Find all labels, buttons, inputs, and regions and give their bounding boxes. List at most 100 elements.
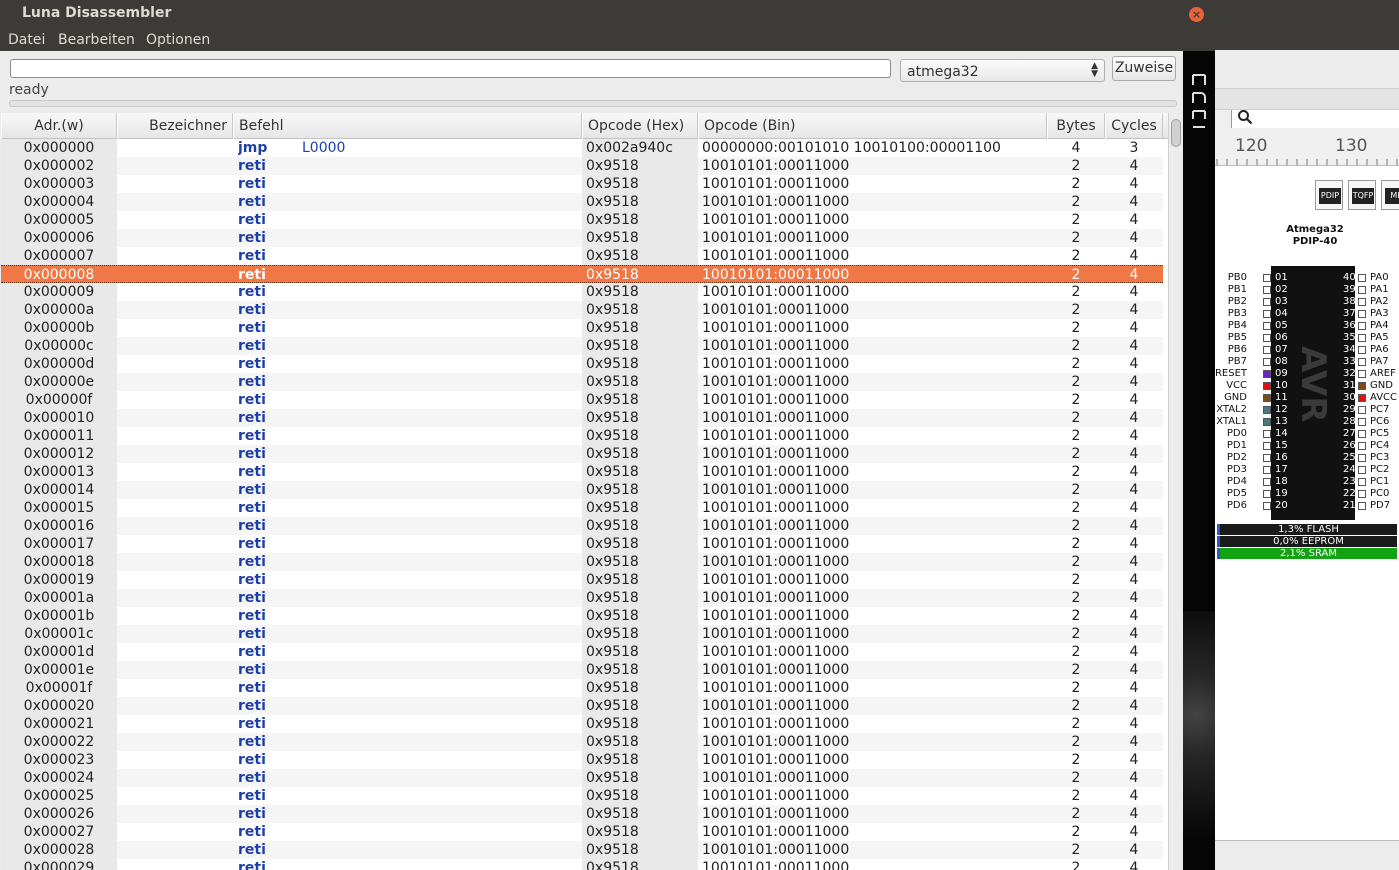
column-header-bytes[interactable]: Bytes [1047, 113, 1105, 139]
pin-left[interactable]: PD1 15 [1215, 440, 1305, 452]
column-header-opcode-bin[interactable]: Opcode (Bin) [698, 113, 1047, 139]
pin-left[interactable]: PB3 04 [1215, 308, 1305, 320]
table-row[interactable]: 0x000022 reti 0x9518 10010101:00011000 2 4 [1, 733, 1163, 751]
pin-left[interactable]: XTAL1 13 [1215, 416, 1305, 428]
pin-right[interactable]: 37 PA3 [1339, 308, 1399, 320]
pin-indicator[interactable] [1358, 490, 1366, 498]
pin-right[interactable]: 35 PA5 [1339, 332, 1399, 344]
close-button[interactable]: × [1189, 7, 1204, 22]
pin-indicator[interactable] [1263, 478, 1271, 486]
column-header-address[interactable]: Adr.(w) [1, 113, 117, 139]
pin-left[interactable]: VCC 10 [1215, 380, 1305, 392]
pin-right[interactable]: 24 PC2 [1339, 464, 1399, 476]
table-row[interactable]: 0x000006 reti 0x9518 10010101:00011000 2 4 [1, 229, 1163, 247]
pin-right[interactable]: 32 AREF [1339, 368, 1399, 380]
pin-indicator[interactable] [1358, 394, 1366, 402]
pin-indicator[interactable] [1263, 346, 1271, 354]
pin-indicator[interactable] [1263, 286, 1271, 294]
vertical-scrollbar[interactable] [1168, 113, 1182, 870]
pin-left[interactable]: PD5 19 [1215, 488, 1305, 500]
table-row[interactable]: 0x000004 reti 0x9518 10010101:00011000 2 4 [1, 193, 1163, 211]
pin-right[interactable]: 34 PA6 [1339, 344, 1399, 356]
pin-indicator[interactable] [1263, 490, 1271, 498]
package-tab-ml[interactable]: ML [1381, 180, 1399, 210]
pin-indicator[interactable] [1358, 502, 1366, 510]
pin-indicator[interactable] [1358, 334, 1366, 342]
pin-indicator[interactable] [1358, 298, 1366, 306]
pin-right[interactable]: 40 PA0 [1339, 272, 1399, 284]
pin-right[interactable]: 38 PA2 [1339, 296, 1399, 308]
pin-left[interactable]: PB1 02 [1215, 284, 1305, 296]
pin-indicator[interactable] [1263, 370, 1271, 378]
pin-indicator[interactable] [1358, 274, 1366, 282]
pin-indicator[interactable] [1358, 310, 1366, 318]
assign-button[interactable]: Zuweise [1112, 56, 1176, 81]
pin-right[interactable]: 27 PC5 [1339, 428, 1399, 440]
pin-left[interactable]: PB6 07 [1215, 344, 1305, 356]
pin-indicator[interactable] [1358, 286, 1366, 294]
pin-left[interactable]: GND 11 [1215, 392, 1305, 404]
table-row[interactable]: 0x000025 reti 0x9518 10010101:00011000 2 4 [1, 787, 1163, 805]
table-row[interactable]: 0x000028 reti 0x9518 10010101:00011000 2 4 [1, 841, 1163, 859]
table-row[interactable]: 0x000020 reti 0x9518 10010101:00011000 2 4 [1, 697, 1163, 715]
table-row[interactable]: 0x000014 reti 0x9518 10010101:00011000 2 4 [1, 481, 1163, 499]
pin-right[interactable]: 23 PC1 [1339, 476, 1399, 488]
column-header-instruction[interactable]: Befehl [233, 113, 582, 139]
table-row[interactable]: 0x00000a reti 0x9518 10010101:00011000 2 4 [1, 301, 1163, 319]
pin-indicator[interactable] [1263, 382, 1271, 390]
table-row[interactable]: 0x000007 reti 0x9518 10010101:00011000 2 4 [1, 247, 1163, 265]
command-input[interactable] [10, 59, 891, 78]
table-row[interactable]: 0x000008 reti 0x9518 10010101:00011000 2 4 [1, 265, 1163, 283]
table-row[interactable]: 0x000013 reti 0x9518 10010101:00011000 2 4 [1, 463, 1163, 481]
pin-indicator[interactable] [1263, 430, 1271, 438]
pin-right[interactable]: 21 PD7 [1339, 500, 1399, 512]
pin-indicator[interactable] [1358, 322, 1366, 330]
column-header-opcode-hex[interactable]: Opcode (Hex) [582, 113, 698, 139]
package-tab-pdip[interactable]: PDIP [1315, 180, 1343, 210]
table-row[interactable]: 0x000017 reti 0x9518 10010101:00011000 2 4 [1, 535, 1163, 553]
pin-left[interactable]: PD3 17 [1215, 464, 1305, 476]
pin-left[interactable]: PB4 05 [1215, 320, 1305, 332]
column-header-identifier[interactable]: Bezeichner [117, 113, 233, 139]
table-row[interactable]: 0x000011 reti 0x9518 10010101:00011000 2 4 [1, 427, 1163, 445]
table-row[interactable]: 0x00000e reti 0x9518 10010101:00011000 2 4 [1, 373, 1163, 391]
pin-indicator[interactable] [1263, 406, 1271, 414]
pin-indicator[interactable] [1263, 394, 1271, 402]
pin-left[interactable]: PD6 20 [1215, 500, 1305, 512]
table-row[interactable]: 0x000016 reti 0x9518 10010101:00011000 2 4 [1, 517, 1163, 535]
table-row[interactable]: 0x000009 reti 0x9518 10010101:00011000 2 4 [1, 283, 1163, 301]
pin-indicator[interactable] [1358, 454, 1366, 462]
table-row[interactable]: 0x000003 reti 0x9518 10010101:00011000 2 4 [1, 175, 1163, 193]
pin-indicator[interactable] [1358, 442, 1366, 450]
pin-indicator[interactable] [1263, 502, 1271, 510]
table-row[interactable]: 0x000019 reti 0x9518 10010101:00011000 2 4 [1, 571, 1163, 589]
pin-left[interactable]: XTAL2 12 [1215, 404, 1305, 416]
pin-indicator[interactable] [1263, 442, 1271, 450]
pin-indicator[interactable] [1358, 466, 1366, 474]
pin-left[interactable]: PD4 18 [1215, 476, 1305, 488]
pin-left[interactable]: PD2 16 [1215, 452, 1305, 464]
table-row[interactable]: 0x00001f reti 0x9518 10010101:00011000 2 4 [1, 679, 1163, 697]
pin-indicator[interactable] [1358, 430, 1366, 438]
table-row[interactable]: 0x000012 reti 0x9518 10010101:00011000 2 4 [1, 445, 1163, 463]
pin-right[interactable]: 31 GND [1339, 380, 1399, 392]
table-row[interactable]: 0x00000f reti 0x9518 10010101:00011000 2 4 [1, 391, 1163, 409]
pin-left[interactable]: PB5 06 [1215, 332, 1305, 344]
table-row[interactable]: 0x00000c reti 0x9518 10010101:00011000 2 4 [1, 337, 1163, 355]
table-row[interactable]: 0x000000 jmp L0000 0x002a940c 00000000:00101… [1, 139, 1163, 157]
pin-indicator[interactable] [1358, 346, 1366, 354]
table-row[interactable]: 0x000021 reti 0x9518 10010101:00011000 2 4 [1, 715, 1163, 733]
pin-indicator[interactable] [1263, 454, 1271, 462]
menu-datei[interactable]: Datei [8, 32, 45, 48]
pin-indicator[interactable] [1263, 358, 1271, 366]
pin-right[interactable]: 29 PC7 [1339, 404, 1399, 416]
pin-indicator[interactable] [1263, 298, 1271, 306]
table-row[interactable]: 0x00001c reti 0x9518 10010101:00011000 2 4 [1, 625, 1163, 643]
pin-right[interactable]: 39 PA1 [1339, 284, 1399, 296]
table-row[interactable]: 0x000002 reti 0x9518 10010101:00011000 2 4 [1, 157, 1163, 175]
table-row[interactable]: 0x000010 reti 0x9518 10010101:00011000 2 4 [1, 409, 1163, 427]
menu-bearbeiten[interactable]: Bearbeiten [58, 32, 135, 48]
pin-indicator[interactable] [1358, 478, 1366, 486]
pin-right[interactable]: 36 PA4 [1339, 320, 1399, 332]
pin-left[interactable]: PD0 14 [1215, 428, 1305, 440]
